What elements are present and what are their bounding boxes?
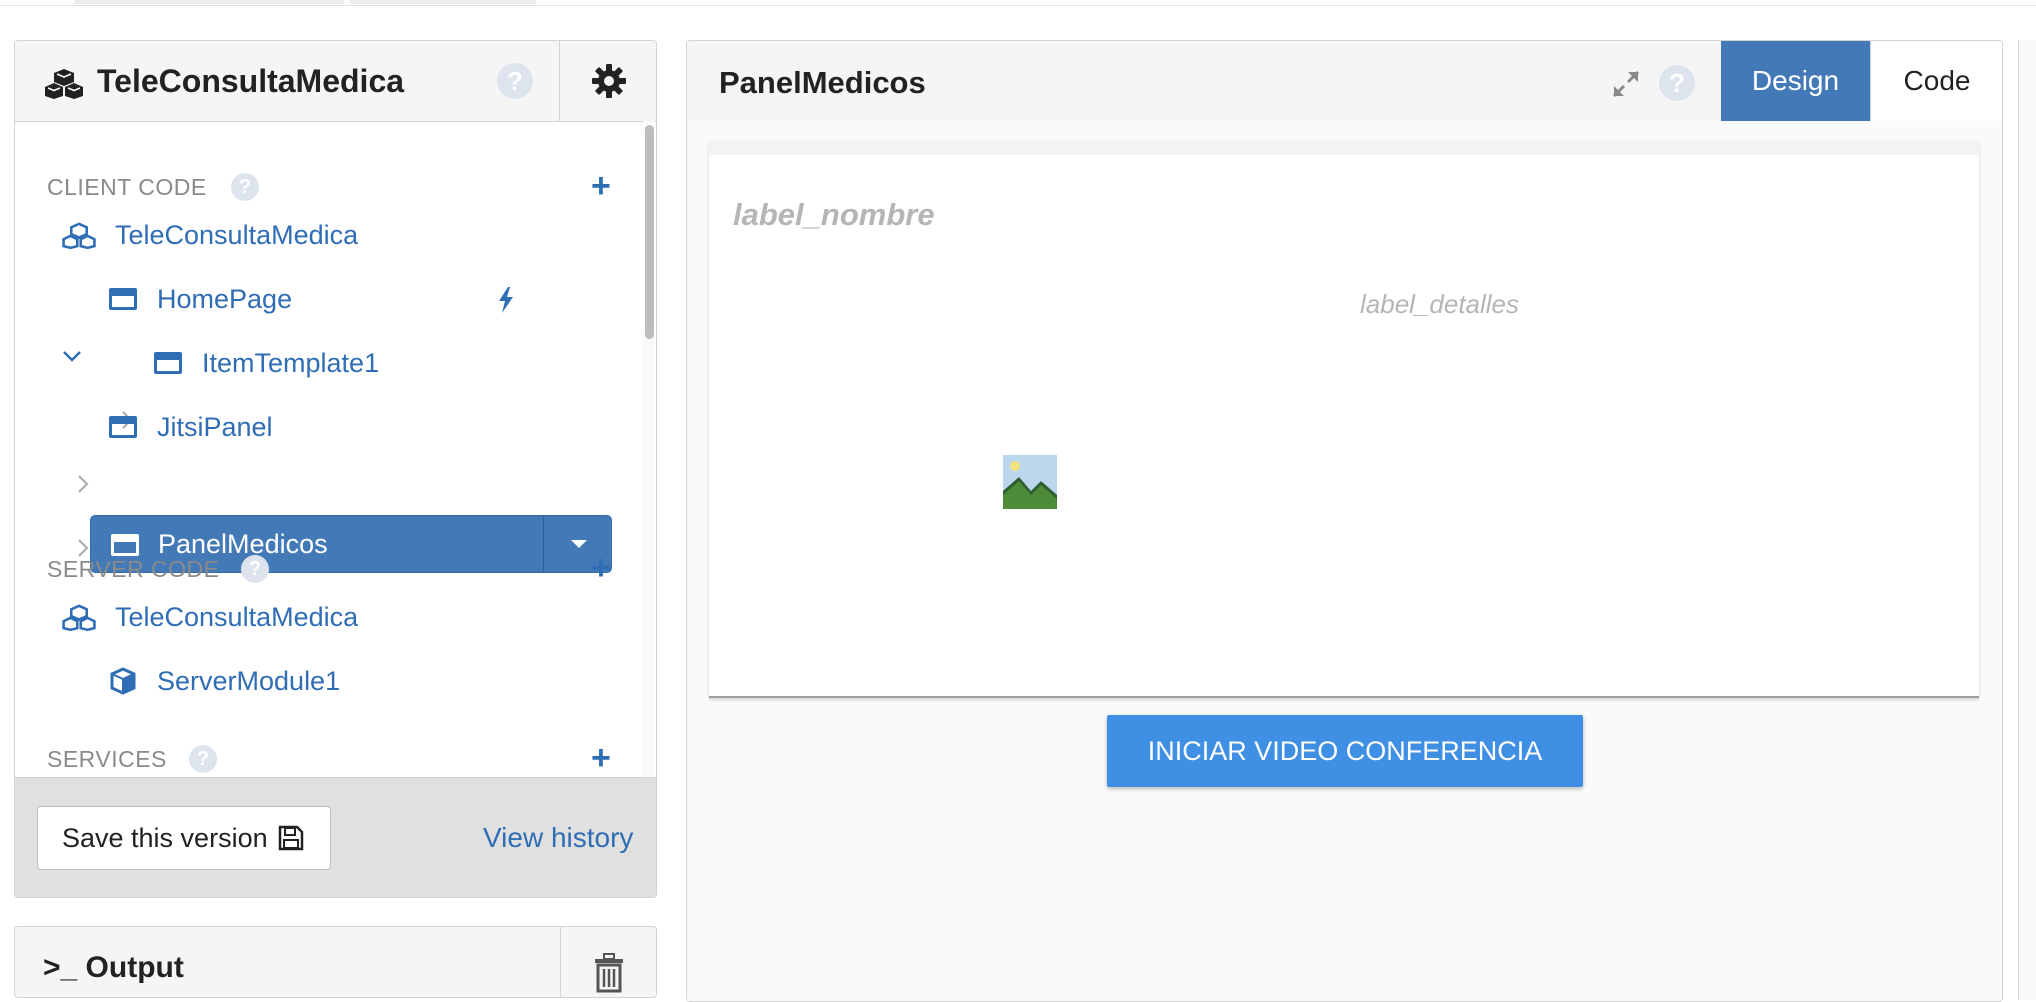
background-tab[interactable]: [350, 0, 536, 4]
cubes-icon: [62, 604, 96, 632]
form-icon: [109, 416, 137, 438]
tab-design[interactable]: Design: [1721, 41, 1870, 121]
tree-item-label: ServerModule1: [157, 665, 341, 696]
chevron-down-icon[interactable]: [62, 346, 82, 366]
scrollbar-thumb[interactable]: [645, 125, 654, 339]
add-server-code-button[interactable]: +: [591, 551, 611, 585]
settings-button[interactable]: [559, 41, 656, 121]
tree-item-label: JitsiPanel: [157, 411, 273, 442]
version-footer: Save this version View history: [15, 777, 656, 897]
tree-item-label: TeleConsultaMedica: [115, 601, 359, 632]
form-editor-header: PanelMedicos ? Design Code: [687, 41, 2002, 122]
cubes-icon: [62, 222, 96, 250]
code-tree: CLIENT CODE ? + TeleConsultaMedica HomeP…: [15, 121, 656, 817]
services-help-icon[interactable]: ?: [189, 745, 217, 773]
output-title: >_ Output: [43, 951, 184, 984]
form-icon: [154, 352, 182, 374]
chevron-right-icon[interactable]: [73, 474, 93, 494]
design-canvas[interactable]: label_nombre label_detalles INICIAR VIDE…: [687, 121, 2002, 1001]
app-browser-panel: TeleConsultaMedica ? CLIENT CODE ? + Tel…: [14, 40, 657, 898]
gear-icon: [591, 64, 626, 98]
tree-item-servermodule1[interactable]: ServerModule1: [109, 657, 340, 705]
tree-item-label: ItemTemplate1: [202, 347, 380, 378]
server-code-help-icon[interactable]: ?: [241, 555, 269, 583]
tree-item-itemtemplate1[interactable]: ItemTemplate1: [154, 339, 379, 387]
clear-output-button[interactable]: [560, 927, 656, 997]
server-code-heading: SERVER CODE: [47, 556, 220, 582]
form-container[interactable]: label_nombre label_detalles: [709, 141, 1979, 698]
app-browser-header: TeleConsultaMedica ?: [15, 41, 656, 122]
expand-icon[interactable]: [1611, 69, 1641, 99]
caret-down-icon: [571, 540, 587, 548]
background-tab[interactable]: [74, 0, 344, 4]
cube-icon: [110, 667, 136, 695]
tree-item-label: HomePage: [157, 283, 293, 314]
tree-item-homepage[interactable]: HomePage: [109, 275, 292, 323]
app-title: TeleConsultaMedica: [97, 63, 405, 99]
save-version-label: Save this version: [62, 822, 268, 853]
form-title: PanelMedicos: [719, 65, 926, 100]
client-code-help-icon[interactable]: ?: [231, 173, 259, 201]
lightning-icon[interactable]: [495, 286, 517, 314]
floppy-disk-icon: [278, 825, 303, 851]
image-placeholder-icon[interactable]: [1003, 455, 1057, 509]
help-icon[interactable]: ?: [1659, 65, 1695, 101]
form-icon: [109, 288, 137, 310]
label-detalles-component[interactable]: label_detalles: [1360, 289, 1519, 320]
save-version-button[interactable]: Save this version: [37, 806, 331, 870]
trash-icon: [594, 953, 623, 993]
services-heading: SERVICES: [47, 746, 167, 772]
tree-item-label: TeleConsultaMedica: [115, 219, 359, 250]
tab-code[interactable]: Code: [1870, 41, 2002, 121]
next-panel-edge: [2018, 40, 2036, 1000]
client-code-heading: CLIENT CODE: [47, 174, 207, 200]
help-icon[interactable]: ?: [497, 63, 533, 99]
add-service-button[interactable]: +: [591, 741, 611, 775]
tree-item-server-app[interactable]: TeleConsultaMedica: [61, 593, 358, 641]
output-panel: >_ Output: [14, 926, 657, 998]
start-video-conference-button[interactable]: INICIAR VIDEO CONFERENCIA: [1107, 715, 1583, 787]
form-editor-panel: PanelMedicos ? Design Code label_nombre …: [686, 40, 2003, 1002]
add-client-code-button[interactable]: +: [591, 169, 611, 203]
tree-item-client-app[interactable]: TeleConsultaMedica: [61, 211, 358, 259]
view-history-link[interactable]: View history: [483, 822, 633, 854]
label-nombre-component[interactable]: label_nombre: [733, 197, 935, 233]
form-icon: [111, 534, 139, 556]
tree-item-jitsipanel[interactable]: JitsiPanel: [109, 403, 273, 451]
top-strip: [0, 0, 2036, 6]
cubes-icon: [45, 69, 83, 99]
